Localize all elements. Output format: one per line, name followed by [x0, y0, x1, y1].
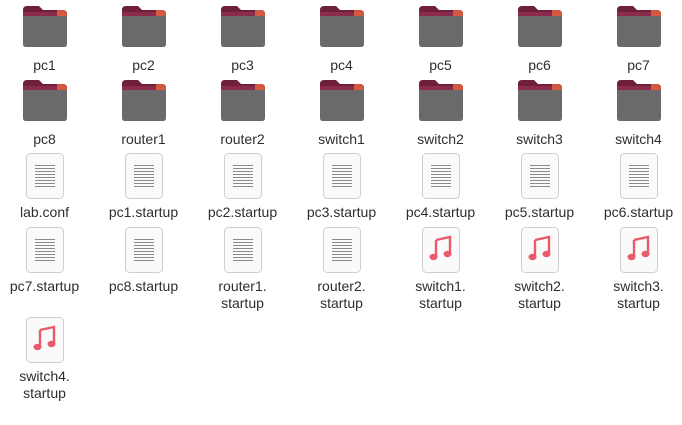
file-item[interactable]: switch4. startup [0, 316, 94, 402]
folder-icon [514, 4, 566, 52]
folder-icon [514, 78, 566, 126]
file-name-label: pc2 [132, 57, 155, 73]
file-item[interactable]: pc4.startup [391, 152, 490, 221]
file-item[interactable]: switch2. startup [490, 226, 589, 312]
text-file-icon [118, 152, 170, 200]
file-item[interactable]: switch3. startup [589, 226, 682, 312]
folder-item[interactable]: router2 [193, 78, 292, 148]
file-item[interactable]: lab.conf [0, 152, 94, 221]
folder-item[interactable]: switch3 [490, 78, 589, 148]
file-name-label: switch2. startup [514, 278, 565, 311]
folder-icon [613, 4, 665, 52]
file-grid: pc1 pc2 pc3 pc4 pc5 pc6 pc7 pc8 router1 router2 sw… [0, 0, 682, 425]
text-file-icon [19, 152, 71, 200]
audio-file-icon [19, 316, 71, 364]
folder-item[interactable]: switch1 [292, 78, 391, 148]
folder-icon [217, 4, 269, 52]
folder-icon [118, 4, 170, 52]
file-item[interactable]: pc2.startup [193, 152, 292, 221]
file-name-label: pc3.startup [306, 204, 377, 220]
file-item[interactable]: pc5.startup [490, 152, 589, 221]
file-name-label: switch2 [417, 131, 464, 147]
folder-item[interactable]: pc2 [94, 4, 193, 74]
file-item[interactable]: pc7.startup [0, 226, 94, 295]
file-item[interactable]: pc1.startup [94, 152, 193, 221]
file-name-label: router1 [121, 131, 166, 147]
file-item[interactable]: switch1. startup [391, 226, 490, 312]
file-name-label: pc4 [330, 57, 353, 73]
file-name-label: pc6.startup [603, 204, 674, 220]
file-item[interactable]: pc8.startup [94, 226, 193, 295]
file-name-label: pc8 [33, 131, 56, 147]
file-item[interactable]: pc3.startup [292, 152, 391, 221]
audio-file-icon [613, 226, 665, 274]
text-file-icon [19, 226, 71, 274]
file-name-label: pc7 [627, 57, 650, 73]
folder-item[interactable]: router1 [94, 78, 193, 148]
folder-item[interactable]: pc3 [193, 4, 292, 74]
text-file-icon [415, 152, 467, 200]
text-file-icon [514, 152, 566, 200]
file-name-label: switch1 [318, 131, 365, 147]
folder-icon [118, 78, 170, 126]
file-name-label: switch3. startup [613, 278, 664, 311]
file-name-label: pc5.startup [504, 204, 575, 220]
audio-file-icon [514, 226, 566, 274]
file-item[interactable]: pc6.startup [589, 152, 682, 221]
text-file-icon [217, 226, 269, 274]
file-name-label: switch4 [615, 131, 662, 147]
folder-icon [316, 78, 368, 126]
file-name-label: switch4. startup [19, 368, 70, 401]
folder-icon [415, 4, 467, 52]
file-name-label: switch3 [516, 131, 563, 147]
folder-item[interactable]: pc6 [490, 4, 589, 74]
file-name-label: pc5 [429, 57, 452, 73]
folder-icon [217, 78, 269, 126]
folder-item[interactable]: pc7 [589, 4, 682, 74]
folder-icon [316, 4, 368, 52]
file-name-label: router2. startup [317, 278, 366, 311]
text-file-icon [316, 226, 368, 274]
file-name-label: lab.conf [19, 204, 70, 220]
folder-item[interactable]: pc4 [292, 4, 391, 74]
file-name-label: pc4.startup [405, 204, 476, 220]
folder-icon [19, 78, 71, 126]
text-file-icon [217, 152, 269, 200]
folder-item[interactable]: switch2 [391, 78, 490, 148]
file-name-label: pc1.startup [108, 204, 179, 220]
file-name-label: pc8.startup [108, 278, 179, 294]
folder-icon [19, 4, 71, 52]
file-name-label: pc6 [528, 57, 551, 73]
file-item[interactable]: router2. startup [292, 226, 391, 312]
file-item[interactable]: router1. startup [193, 226, 292, 312]
text-file-icon [613, 152, 665, 200]
text-file-icon [118, 226, 170, 274]
folder-item[interactable]: pc1 [0, 4, 94, 74]
folder-item[interactable]: pc8 [0, 78, 94, 148]
file-name-label: pc1 [33, 57, 56, 73]
file-name-label: router1. startup [218, 278, 267, 311]
text-file-icon [316, 152, 368, 200]
audio-file-icon [415, 226, 467, 274]
file-name-label: pc2.startup [207, 204, 278, 220]
folder-icon [613, 78, 665, 126]
folder-item[interactable]: switch4 [589, 78, 682, 148]
file-name-label: router2 [220, 131, 265, 147]
folder-icon [415, 78, 467, 126]
file-name-label: pc7.startup [9, 278, 80, 294]
file-name-label: pc3 [231, 57, 254, 73]
folder-item[interactable]: pc5 [391, 4, 490, 74]
file-name-label: switch1. startup [415, 278, 466, 311]
